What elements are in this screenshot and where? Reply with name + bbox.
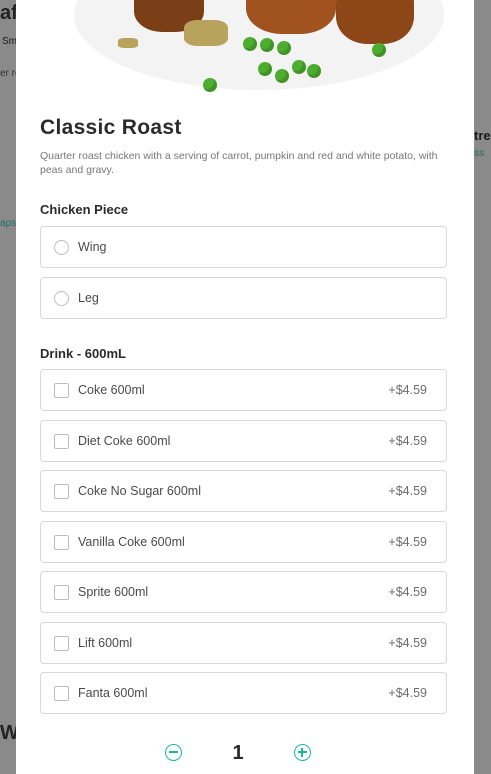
radio-button[interactable] (54, 290, 69, 306)
option-sprite[interactable]: Sprite 600ml +$4.59 (40, 571, 447, 613)
checkbox[interactable] (54, 584, 69, 600)
item-options-modal: Classic Roast Quarter roast chicken with… (16, 0, 474, 774)
quantity-stepper: 1 (16, 740, 474, 770)
checkbox[interactable] (54, 534, 69, 550)
option-label: Vanilla Coke 600ml (78, 535, 185, 549)
minus-icon[interactable] (165, 744, 182, 761)
option-price: +$4.59 (388, 686, 427, 700)
option-leg[interactable]: Leg (40, 277, 447, 319)
option-vanilla-coke[interactable]: Vanilla Coke 600ml +$4.59 (40, 521, 447, 563)
option-label: Wing (78, 240, 107, 254)
pea-shape (372, 43, 386, 57)
option-label: Fanta 600ml (78, 686, 148, 700)
option-coke-no-sugar[interactable]: Coke No Sugar 600ml +$4.59 (40, 470, 447, 512)
pea-shape (307, 64, 321, 78)
pea-shape (258, 62, 272, 76)
option-label: Lift 600ml (78, 636, 133, 650)
background-link-fragment: aps (0, 218, 17, 229)
background-heading-fragment: tre (474, 128, 491, 143)
checkbox[interactable] (54, 433, 69, 449)
checkbox[interactable] (54, 483, 69, 499)
radio-button[interactable] (54, 239, 69, 255)
option-price: +$4.59 (388, 535, 427, 549)
option-label: Coke 600ml (78, 383, 145, 397)
pea-shape (292, 60, 306, 74)
checkbox[interactable] (54, 382, 69, 398)
option-price: +$4.59 (388, 434, 427, 448)
quantity-value: 1 (232, 742, 244, 764)
item-title: Classic Roast (40, 116, 182, 139)
option-label: Diet Coke 600ml (78, 434, 171, 448)
item-description: Quarter roast chicken with a serving of … (40, 150, 438, 176)
pea-shape (277, 41, 291, 55)
chicken-shape (336, 0, 414, 44)
item-photo (16, 0, 474, 96)
drink-heading: Drink - 600mL (40, 346, 126, 361)
pea-shape (243, 37, 257, 51)
background-text-fragment: Sm (2, 36, 17, 47)
option-price: +$4.59 (388, 636, 427, 650)
background-left-column (0, 0, 16, 774)
option-lift[interactable]: Lift 600ml +$4.59 (40, 622, 447, 664)
plus-icon[interactable] (294, 744, 311, 761)
option-price: +$4.59 (388, 383, 427, 397)
option-label: Coke No Sugar 600ml (78, 484, 201, 498)
option-fanta[interactable]: Fanta 600ml +$4.59 (40, 672, 447, 714)
herb-shape (118, 38, 138, 48)
option-coke[interactable]: Coke 600ml +$4.59 (40, 369, 447, 411)
herb-shape (184, 20, 228, 46)
option-wing[interactable]: Wing (40, 226, 447, 268)
option-label: Sprite 600ml (78, 585, 149, 599)
option-label: Leg (78, 291, 99, 305)
pea-shape (203, 78, 217, 92)
option-price: +$4.59 (388, 484, 427, 498)
option-price: +$4.59 (388, 585, 427, 599)
background-link-fragment: ss (474, 148, 484, 159)
pea-shape (260, 38, 274, 52)
checkbox[interactable] (54, 635, 69, 651)
background-right-column (473, 0, 491, 774)
option-diet-coke[interactable]: Diet Coke 600ml +$4.59 (40, 420, 447, 462)
pea-shape (275, 69, 289, 83)
checkbox[interactable] (54, 685, 69, 701)
chicken-piece-heading: Chicken Piece (40, 202, 129, 217)
